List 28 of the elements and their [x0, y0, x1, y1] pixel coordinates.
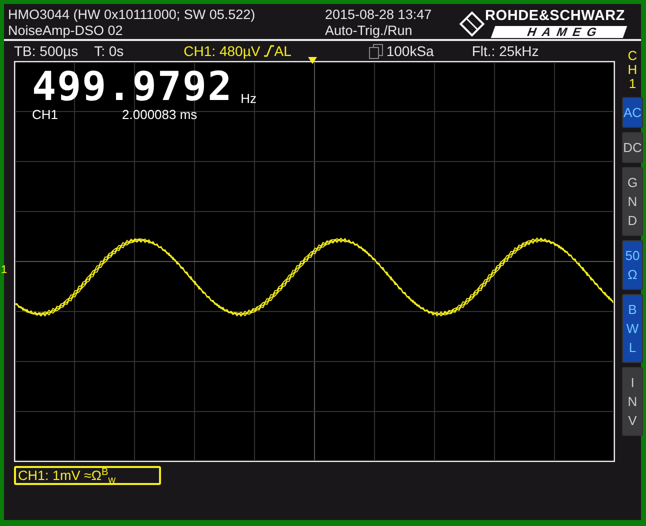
device-title: HMO3044 (HW 0x10111000; SW 05.522) [8, 7, 256, 24]
rising-edge-icon [264, 45, 274, 57]
frequency-value: 499.9792 [32, 67, 233, 107]
side-menu-button[interactable]: 50 Ω [622, 240, 643, 290]
logo-text: ROHDE&SCHWARZ [485, 9, 626, 24]
stacked-pages-icon [369, 44, 384, 58]
channel-marker: 1 [1, 264, 8, 278]
trigger-type-label: AL [274, 42, 292, 60]
timebase-label: TB: 500µs [14, 42, 78, 60]
side-menu-button[interactable]: B W L [622, 294, 643, 363]
side-menu-button[interactable]: G N D [622, 167, 643, 236]
filter-label: Flt.: 25kHz [472, 42, 539, 60]
frequency-unit: Hz [240, 91, 257, 107]
diamond-logo-icon [459, 10, 485, 36]
period-value: 2.000083 ms [122, 107, 198, 123]
measurement-channel: CH1 [32, 107, 58, 123]
date-time: 2015-08-28 13:47 [325, 7, 433, 24]
channel-menu-title: C H 1 [628, 49, 638, 91]
side-menu-button[interactable]: AC [622, 97, 643, 128]
trigger-time-label: T: 0s [94, 42, 124, 60]
trigger-position-marker [308, 57, 317, 64]
side-menu-button[interactable]: DC [622, 132, 643, 163]
side-menu-button[interactable]: I N V [622, 367, 643, 436]
trigger-level-label: CH1: 480µV [184, 42, 260, 60]
sample-rate-label: 100kSa [386, 42, 434, 60]
setup-name: NoiseAmp-DSO 02 [8, 23, 124, 40]
logo-banner: HAMEG [490, 26, 628, 38]
trigger-mode: Auto-Trig./Run [325, 23, 414, 40]
